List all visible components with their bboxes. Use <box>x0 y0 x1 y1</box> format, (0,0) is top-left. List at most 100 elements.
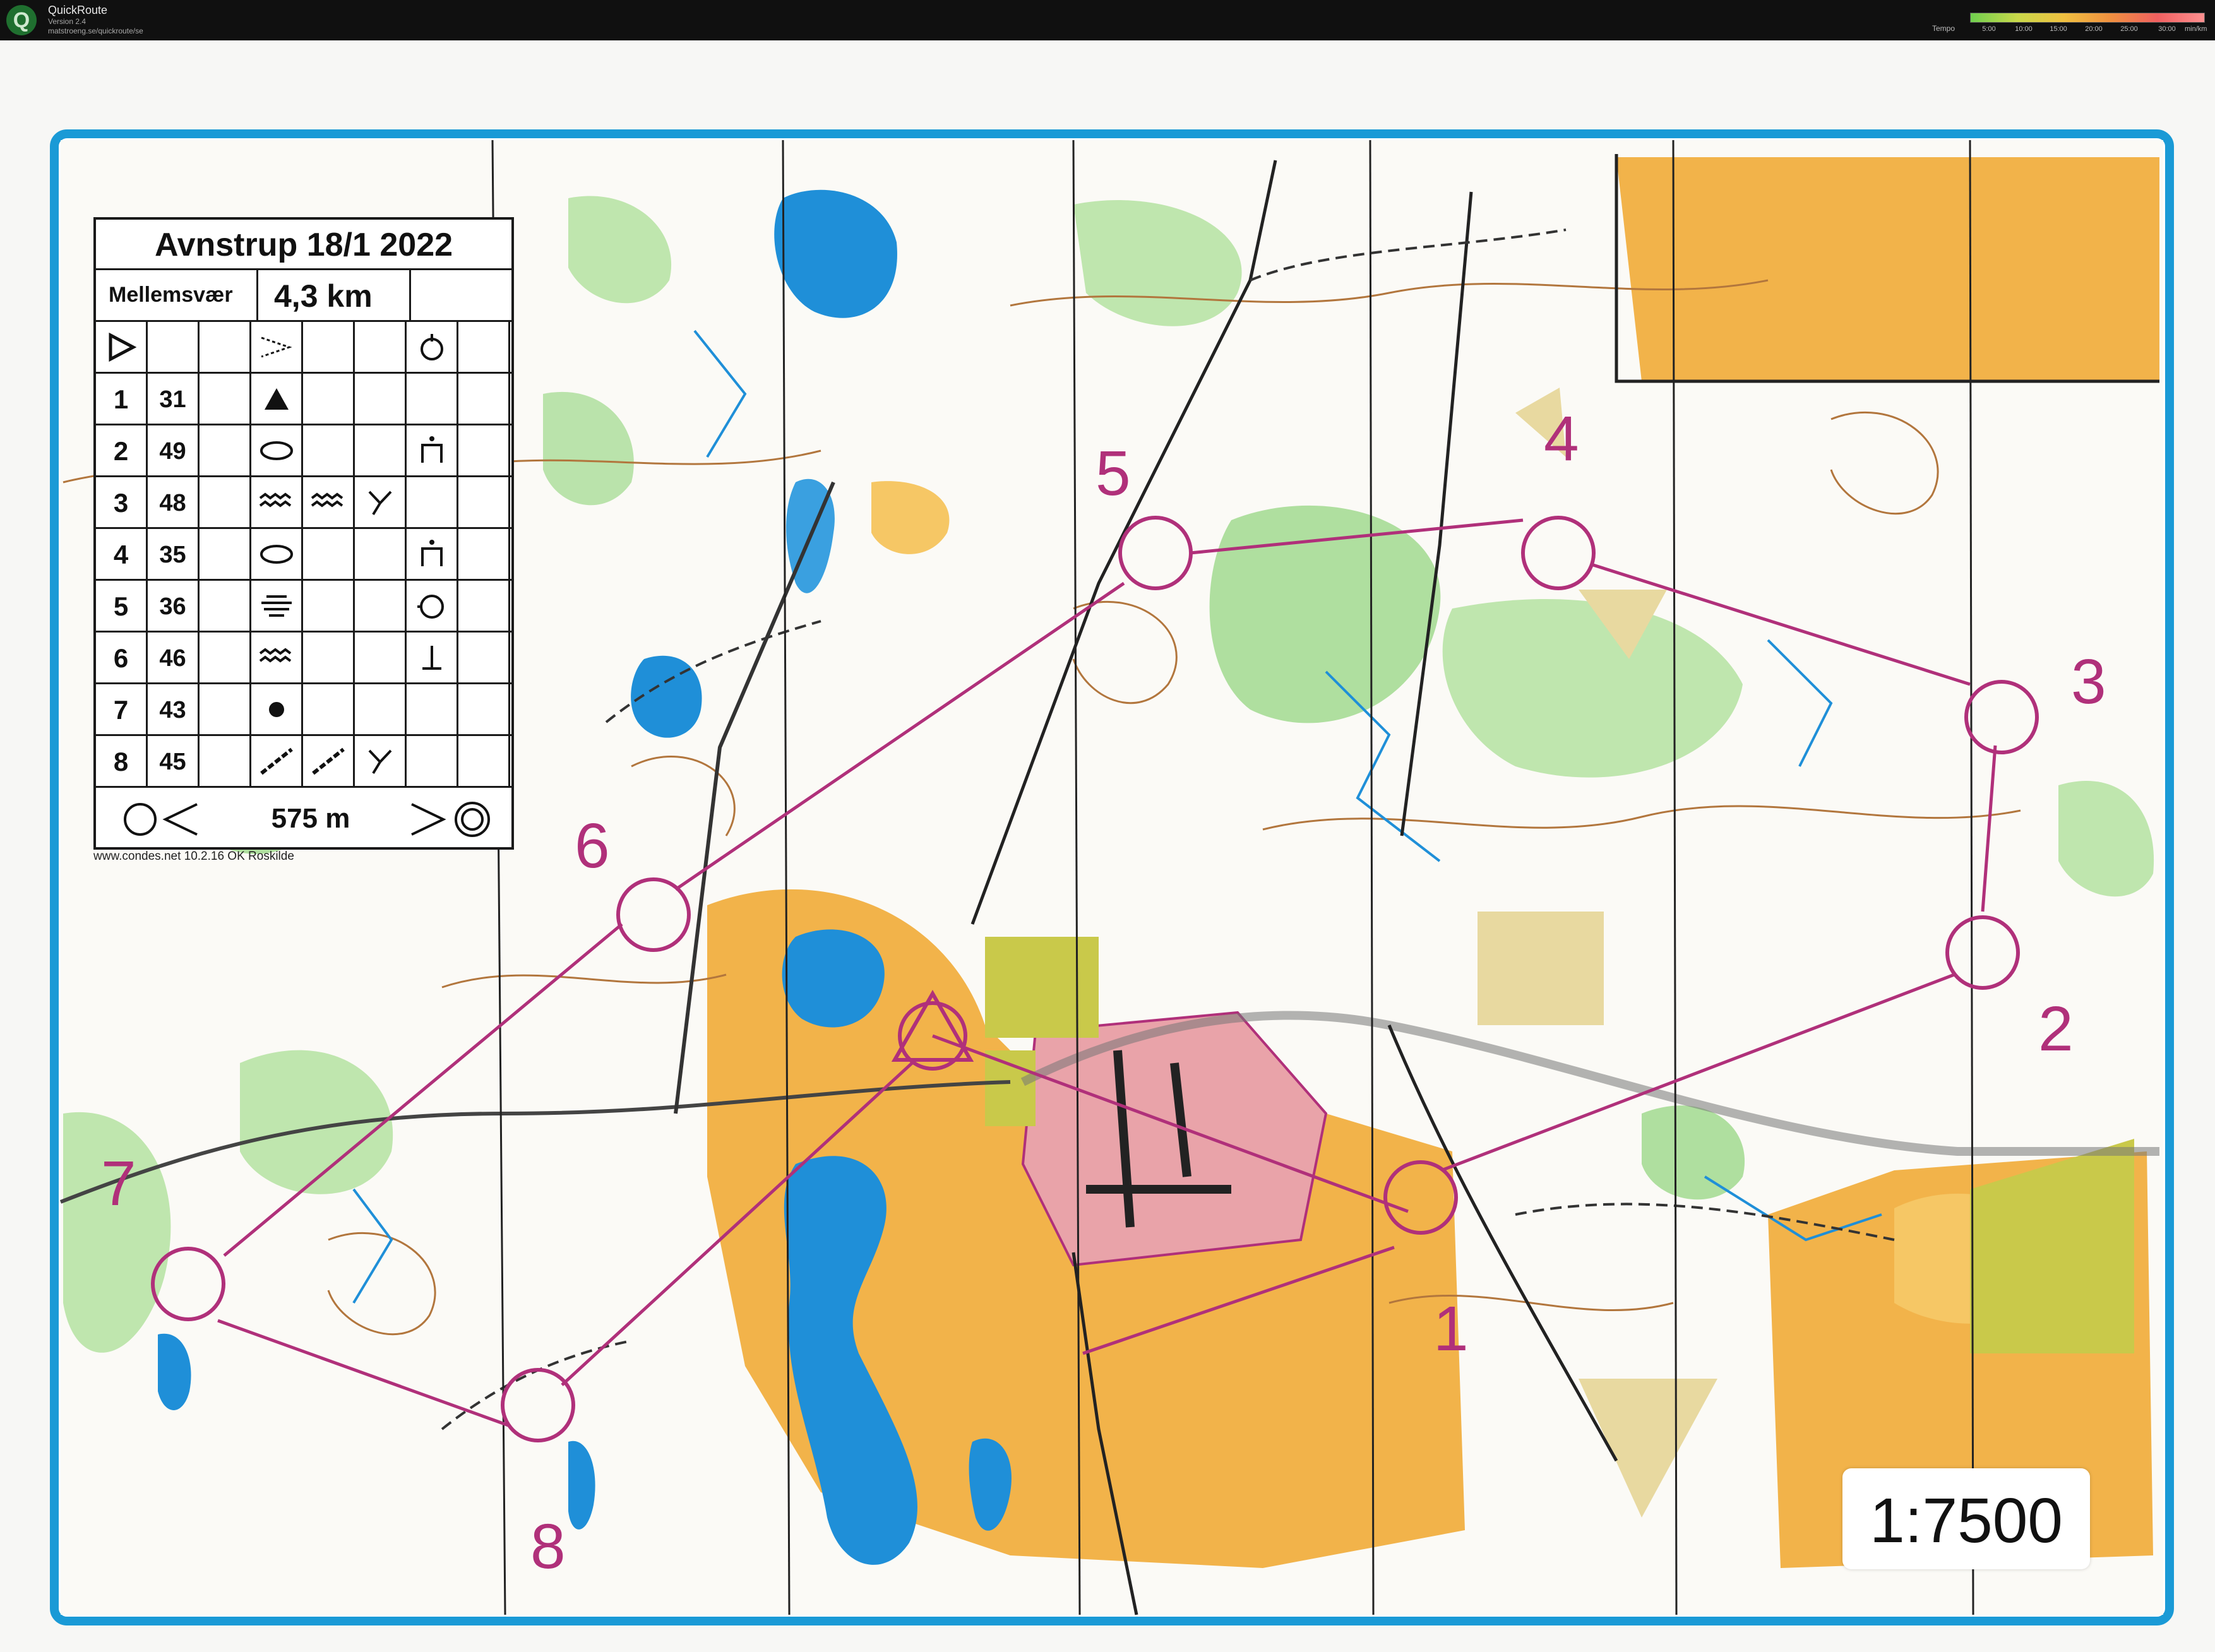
control-sequence-number: 8 <box>96 736 148 786</box>
map-scale: 1:7500 <box>1870 1485 2063 1556</box>
software-credit: www.condes.net 10.2.16 OK Roskilde <box>93 850 294 863</box>
tempo-tick: 5:00 <box>1982 25 1996 33</box>
finish-leg-start-icon <box>124 803 198 836</box>
divider <box>409 270 411 320</box>
empty-cell <box>458 322 510 372</box>
control-description-row: 7 43 <box>96 684 511 736</box>
app-title: QuickRoute <box>48 4 108 16</box>
control-sequence-number: 7 <box>96 684 148 734</box>
empty-cell <box>355 425 407 475</box>
control-code: 36 <box>148 581 200 631</box>
tempo-tick: 20:00 <box>2085 25 2103 33</box>
control-code: 35 <box>148 529 200 579</box>
control-sequence-number: 5 <box>96 581 148 631</box>
triangle-filled-icon <box>251 374 303 424</box>
control-description-row: 8 45 <box>96 736 511 788</box>
empty-cell <box>200 322 251 372</box>
control-code: 46 <box>148 633 200 682</box>
ellipse-knoll-icon <box>251 529 303 579</box>
control-description-row: 4 35 <box>96 529 511 581</box>
empty-cell <box>200 736 251 786</box>
control-code: 45 <box>148 736 200 786</box>
empty-cell <box>407 736 458 786</box>
empty-cell <box>458 736 510 786</box>
orienteering-map[interactable]: 1 2 3 4 5 6 7 8 Avnstrup 18/1 2022 Melle… <box>0 40 2215 1652</box>
finish-distance: 575 m <box>271 803 350 834</box>
tower-symbol-icon <box>407 322 458 372</box>
empty-cell <box>407 684 458 734</box>
tempo-gradient-bar <box>1970 13 2205 23</box>
junction-y-icon <box>355 736 407 786</box>
marsh-zigzag-icon <box>303 477 355 527</box>
empty-cell <box>407 477 458 527</box>
open-land-v-icon <box>251 322 303 372</box>
control-number-2: 2 <box>2038 994 2074 1064</box>
control-code: 43 <box>148 684 200 734</box>
empty-cell <box>200 477 251 527</box>
tempo-legend-title: Tempo <box>1932 24 1955 33</box>
app-version: Version 2.4 <box>48 17 87 26</box>
marsh-zigzag-icon <box>251 477 303 527</box>
empty-cell <box>355 529 407 579</box>
tempo-tick: 30:00 <box>2158 25 2176 33</box>
control-number-6: 6 <box>575 811 610 881</box>
empty-cell <box>458 425 510 475</box>
control-description-row: 5 36 <box>96 581 511 633</box>
empty-cell <box>303 684 355 734</box>
control-number-3: 3 <box>2071 646 2106 717</box>
tempo-tick: 25:00 <box>2120 25 2138 33</box>
quickroute-logo-icon: Q <box>6 5 37 35</box>
finish-icon <box>411 802 490 837</box>
circle-side-icon <box>407 581 458 631</box>
start-triangle-icon <box>96 322 148 372</box>
control-sequence-number: 6 <box>96 633 148 682</box>
control-sequence-number: 4 <box>96 529 148 579</box>
empty-cell <box>303 633 355 682</box>
card-info-row: Mellemsvær 4,3 km <box>96 270 511 322</box>
empty-cell <box>148 322 200 372</box>
empty-cell <box>355 684 407 734</box>
control-number-5: 5 <box>1096 438 1131 509</box>
tempo-legend: Tempo 5:00 10:00 15:00 20:00 25:00 30:00… <box>1932 8 2210 35</box>
empty-cell <box>458 529 510 579</box>
control-sequence-number: 2 <box>96 425 148 475</box>
ellipse-knoll-icon <box>251 425 303 475</box>
control-code: 49 <box>148 425 200 475</box>
tempo-tick: 15:00 <box>2050 25 2067 33</box>
course-class: Mellemsvær <box>109 283 233 307</box>
junction-y-icon <box>355 477 407 527</box>
empty-cell <box>303 374 355 424</box>
empty-cell <box>303 425 355 475</box>
control-description-row: 3 48 <box>96 477 511 529</box>
ditch-line-icon <box>251 736 303 786</box>
marsh-zigzag-icon <box>251 633 303 682</box>
foot-symbol-icon <box>407 529 458 579</box>
empty-cell <box>200 684 251 734</box>
empty-cell <box>200 581 251 631</box>
scale-box: 1:7500 <box>1842 1468 2090 1569</box>
card-title-row: Avnstrup 18/1 2022 <box>96 220 511 270</box>
finish-row: 575 m <box>96 788 511 850</box>
divider <box>256 270 258 320</box>
control-description-row: 6 46 <box>96 633 511 684</box>
control-number-1: 1 <box>1433 1293 1469 1364</box>
tempo-tick: 10:00 <box>2015 25 2033 33</box>
empty-cell <box>200 529 251 579</box>
empty-cell <box>355 581 407 631</box>
control-code: 31 <box>148 374 200 424</box>
ditch-line-icon <box>303 736 355 786</box>
empty-cell <box>458 684 510 734</box>
empty-cell <box>458 477 510 527</box>
dot-filled-icon <box>251 684 303 734</box>
control-description-row: 1 31 <box>96 374 511 425</box>
app-title-bar: Q QuickRoute Version 2.4 matstroeng.se/q… <box>0 0 2215 40</box>
empty-cell <box>355 322 407 372</box>
foot-symbol-icon <box>407 425 458 475</box>
control-number-7: 7 <box>101 1148 136 1219</box>
empty-cell <box>458 581 510 631</box>
event-title: Avnstrup 18/1 2022 <box>154 227 453 263</box>
control-number-4: 4 <box>1544 403 1579 474</box>
app-url: matstroeng.se/quickroute/se <box>48 27 143 35</box>
empty-cell <box>355 633 407 682</box>
empty-cell <box>303 529 355 579</box>
